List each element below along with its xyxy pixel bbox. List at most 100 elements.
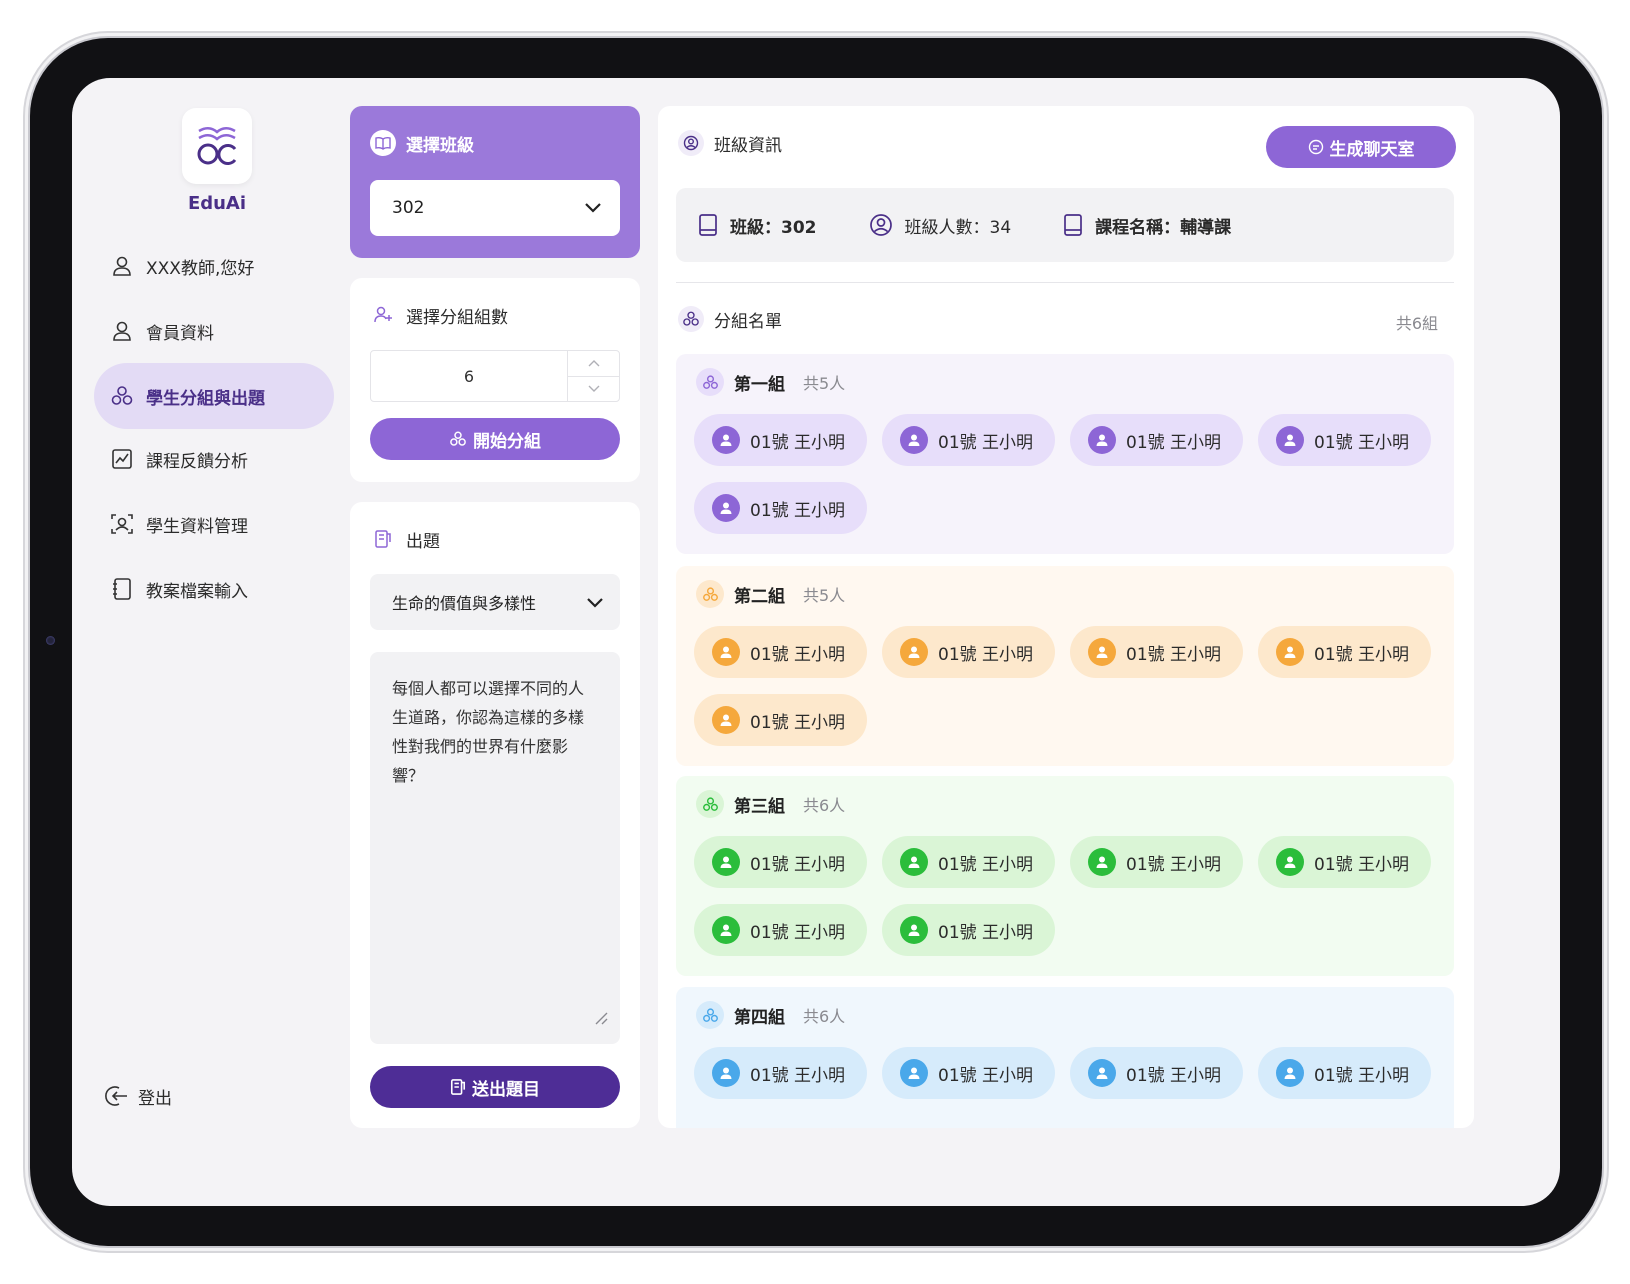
member-chips: 01號 王小明 01號 王小明 01號 王小明 01號 王小明 01號 王小明 01號 王… <box>694 836 1454 956</box>
question-card: 出題 生命的價值與多樣性 每個人都可以選擇不同的人生道路，你認為這樣的多樣性對我… <box>350 502 640 1128</box>
member-name: 01號 王小明 <box>1314 854 1410 875</box>
question-textarea[interactable]: 每個人都可以選擇不同的人生道路，你認為這樣的多樣性對我們的世界有什麼影響？ <box>370 652 620 1044</box>
chevron-down-icon <box>586 593 604 612</box>
group-header: 第三組 共6人 <box>696 790 845 818</box>
member-chip[interactable]: 01號 王小明 <box>694 626 867 678</box>
topic-select-dropdown[interactable]: 生命的價值與多樣性 <box>370 574 620 630</box>
nav-item-member[interactable]: 會員資料 <box>94 298 334 364</box>
group-name: 第四組 <box>734 1007 785 1028</box>
member-chip[interactable]: 01號 王小明 <box>1258 626 1431 678</box>
create-chatroom-button[interactable]: 生成聊天室 <box>1266 126 1456 168</box>
start-grouping-button[interactable]: 開始分組 <box>370 418 620 460</box>
group-count-stepper[interactable]: 6 <box>370 350 620 402</box>
group-count: 共5人 <box>803 586 846 605</box>
nav-item-grouping[interactable]: 學生分組與出題 <box>94 363 334 429</box>
groups-section-title: 分組名單 <box>678 306 782 332</box>
member-name: 01號 王小明 <box>938 1065 1034 1086</box>
avatar-icon <box>1276 1059 1304 1087</box>
member-chip[interactable]: 01號 王小明 <box>1258 1047 1431 1099</box>
member-name: 01號 王小明 <box>750 1065 846 1086</box>
user-icon <box>108 317 136 345</box>
group-icon <box>696 580 724 608</box>
avatar-icon <box>712 916 740 944</box>
class-select-dropdown[interactable]: 302 <box>370 180 620 236</box>
class-select-card: 選擇班級 302 <box>350 106 640 258</box>
logout-label: 登出 <box>138 1088 172 1109</box>
book-icon <box>698 213 718 237</box>
member-chip[interactable]: 01號 王小明 <box>1070 836 1243 888</box>
member-name: 01號 王小明 <box>1126 854 1222 875</box>
group-card: 第四組 共6人 01號 王小明 01號 王小明 01號 王小明 01號 王小明 <box>676 987 1454 1128</box>
notebook-icon <box>108 575 136 603</box>
member-name: 01號 王小明 <box>750 922 846 943</box>
avatar-icon <box>712 494 740 522</box>
avatar-icon <box>1276 426 1304 454</box>
member-chip[interactable]: 01號 王小明 <box>882 836 1055 888</box>
member-chip[interactable]: 01號 王小明 <box>1258 836 1431 888</box>
logout-button[interactable]: 登出 <box>104 1083 172 1109</box>
camera-icon <box>46 636 55 645</box>
group-name: 第三組 <box>734 796 785 817</box>
group-header: 第四組 共6人 <box>696 1001 845 1029</box>
member-chip[interactable]: 01號 王小明 <box>694 414 867 466</box>
member-name: 01號 王小明 <box>938 432 1034 453</box>
group-count: 共5人 <box>803 374 846 393</box>
nav-item-label: 教案檔案輸入 <box>146 581 248 602</box>
member-chip[interactable]: 01號 王小明 <box>694 694 867 746</box>
nav-item-students[interactable]: 學生資料管理 <box>94 491 334 557</box>
group-count-title: 選擇分組組數 <box>370 302 508 328</box>
member-chip[interactable]: 01號 王小明 <box>882 626 1055 678</box>
submit-question-button[interactable]: 送出題目 <box>370 1066 620 1108</box>
member-chip[interactable]: 01號 王小明 <box>694 904 867 956</box>
avatar-icon <box>712 638 740 666</box>
member-chip[interactable]: 01號 王小明 <box>882 904 1055 956</box>
member-chip[interactable]: 01號 王小明 <box>694 1047 867 1099</box>
class-info-panel: 班級資訊 生成聊天室 班級：302 班級人數：34 課程名稱：輔導課 分組名單 … <box>658 106 1474 1128</box>
member-name: 01號 王小明 <box>1126 1065 1222 1086</box>
app-screen: EduAi XXX教師,您好 會員資料 學生分組與出題 課程反饋分析 學生資料管… <box>72 78 1560 1206</box>
member-chip[interactable]: 01號 王小明 <box>694 836 867 888</box>
brand-name: EduAi <box>187 193 247 214</box>
nav-item-lesson-plan[interactable]: 教案檔案輸入 <box>94 556 334 622</box>
member-chip[interactable]: 01號 王小明 <box>882 1047 1055 1099</box>
book-icon <box>1063 213 1083 237</box>
member-chip[interactable]: 01號 王小明 <box>1258 414 1431 466</box>
avatar-icon <box>900 638 928 666</box>
resize-handle-icon[interactable] <box>592 1005 608 1034</box>
document-icon <box>450 1078 466 1096</box>
group-icon <box>696 368 724 396</box>
avatar-icon <box>900 1059 928 1087</box>
groups-total: 共6組 <box>1395 314 1438 333</box>
member-name: 01號 王小明 <box>750 712 846 733</box>
nav-item-label: 會員資料 <box>146 323 214 344</box>
stepper-down-icon[interactable] <box>568 377 619 402</box>
member-name: 01號 王小明 <box>938 644 1034 665</box>
group-icon <box>108 382 136 410</box>
member-chips: 01號 王小明 01號 王小明 01號 王小明 01號 王小明 <box>694 1047 1454 1099</box>
member-chip[interactable]: 01號 王小明 <box>882 414 1055 466</box>
chart-icon <box>108 445 136 473</box>
scan-user-icon <box>108 510 136 538</box>
member-chip[interactable]: 01號 王小明 <box>1070 1047 1243 1099</box>
avatar-icon <box>712 706 740 734</box>
member-chip[interactable]: 01號 王小明 <box>1070 626 1243 678</box>
nav-greeting[interactable]: XXX教師,您好 <box>94 233 334 299</box>
user-circle-icon <box>678 130 704 156</box>
member-name: 01號 王小明 <box>750 854 846 875</box>
member-chips: 01號 王小明 01號 王小明 01號 王小明 01號 王小明 01號 王小明 <box>694 626 1454 746</box>
member-chip[interactable]: 01號 王小明 <box>694 482 867 534</box>
sidebar: EduAi XXX教師,您好 會員資料 學生分組與出題 課程反饋分析 學生資料管… <box>72 78 342 1206</box>
avatar-icon <box>712 1059 740 1087</box>
stepper-up-icon[interactable] <box>568 351 619 377</box>
group-count-value[interactable]: 6 <box>371 351 567 401</box>
class-info-class: 班級：302 <box>698 213 817 238</box>
nav-item-label: 學生資料管理 <box>146 516 248 537</box>
member-chip[interactable]: 01號 王小明 <box>1070 414 1243 466</box>
member-name: 01號 王小明 <box>938 922 1034 943</box>
avatar-icon <box>1088 426 1116 454</box>
group-card: 第一組 共5人 01號 王小明 01號 王小明 01號 王小明 01號 王小明 01號 王小… <box>676 354 1454 554</box>
avatar-icon <box>1276 848 1304 876</box>
nav-item-feedback[interactable]: 課程反饋分析 <box>94 426 334 492</box>
class-select-value: 302 <box>392 198 425 218</box>
avatar-icon <box>1088 848 1116 876</box>
